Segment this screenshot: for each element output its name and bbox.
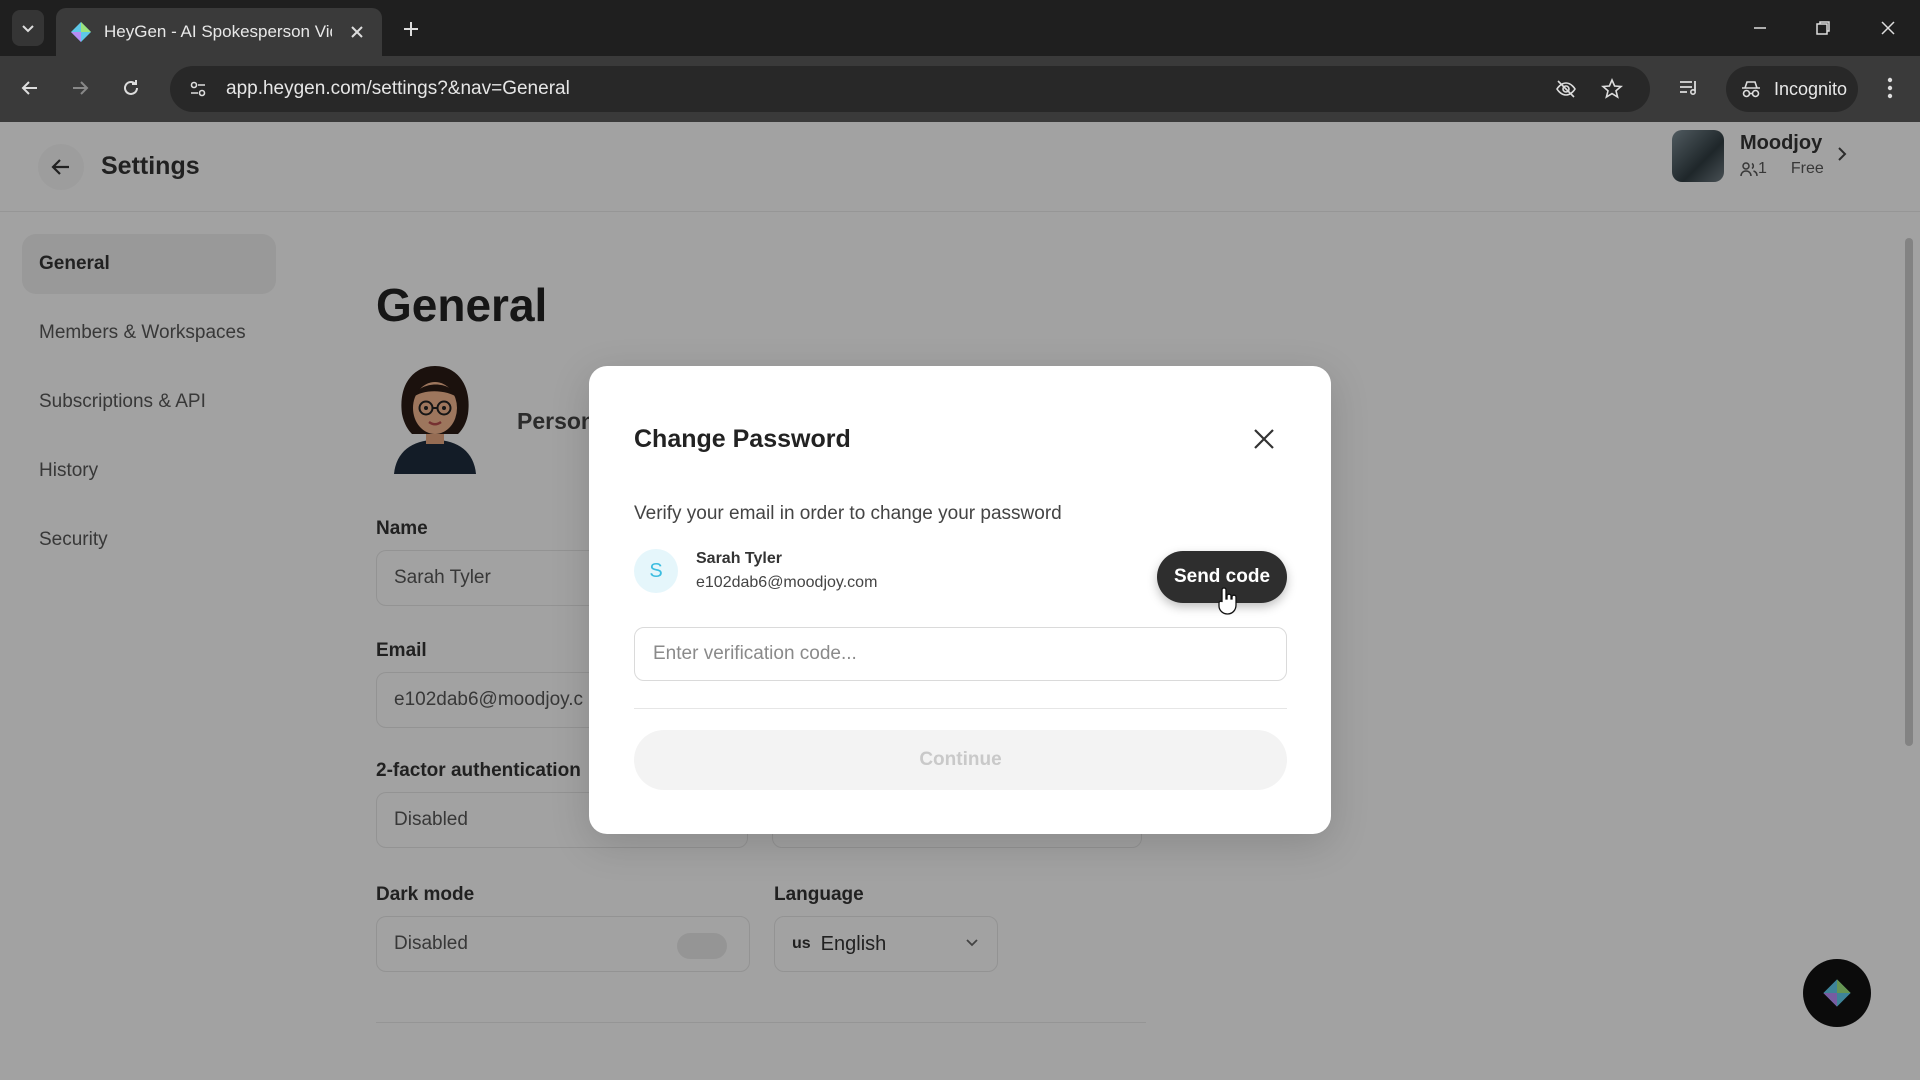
address-bar[interactable]: app.heygen.com/settings?&nav=General: [170, 66, 1650, 112]
dialog-description: Verify your email in order to change you…: [634, 503, 1062, 524]
browser-tab-bar: HeyGen - AI Spokesperson Vid: [0, 0, 1920, 56]
user-name: Sarah Tyler: [696, 550, 782, 567]
new-tab-icon[interactable]: [396, 14, 426, 44]
tab-close-icon[interactable]: [346, 21, 368, 43]
back-icon[interactable]: [12, 70, 48, 106]
site-settings-icon[interactable]: [180, 71, 216, 107]
verification-code-input[interactable]: [634, 627, 1287, 681]
browser-tab-active[interactable]: HeyGen - AI Spokesperson Vid: [56, 8, 382, 56]
star-icon[interactable]: [1594, 71, 1630, 107]
close-window-icon[interactable]: [1868, 10, 1908, 46]
incognito-label: Incognito: [1774, 78, 1848, 99]
tab-search-button[interactable]: [12, 10, 44, 46]
minimize-icon[interactable]: [1740, 10, 1780, 46]
close-icon[interactable]: [1247, 422, 1281, 456]
dialog-title: Change Password: [634, 425, 851, 453]
dialog-divider: [634, 708, 1287, 709]
url-text: app.heygen.com/settings?&nav=General: [226, 78, 570, 99]
incognito-icon: [1742, 81, 1760, 98]
incognito-badge[interactable]: Incognito: [1726, 66, 1858, 112]
hand-cursor-icon: [1218, 587, 1237, 615]
user-email: e102dab6@moodjoy.com: [696, 574, 878, 591]
browser-toolbar: app.heygen.com/settings?&nav=General Inc…: [0, 56, 1920, 122]
restore-icon[interactable]: [1803, 10, 1843, 46]
chevron-down-icon: [22, 25, 34, 33]
user-avatar: S: [634, 549, 678, 593]
heygen-logo-icon: [71, 22, 91, 42]
continue-button[interactable]: Continue: [634, 730, 1287, 790]
reading-list-icon[interactable]: [1670, 70, 1706, 106]
tab-title: HeyGen - AI Spokesperson Vid: [104, 22, 332, 41]
eye-off-icon[interactable]: [1548, 71, 1584, 107]
forward-icon[interactable]: [62, 70, 98, 106]
reload-icon[interactable]: [113, 70, 149, 106]
kebab-menu-icon[interactable]: [1872, 70, 1908, 106]
